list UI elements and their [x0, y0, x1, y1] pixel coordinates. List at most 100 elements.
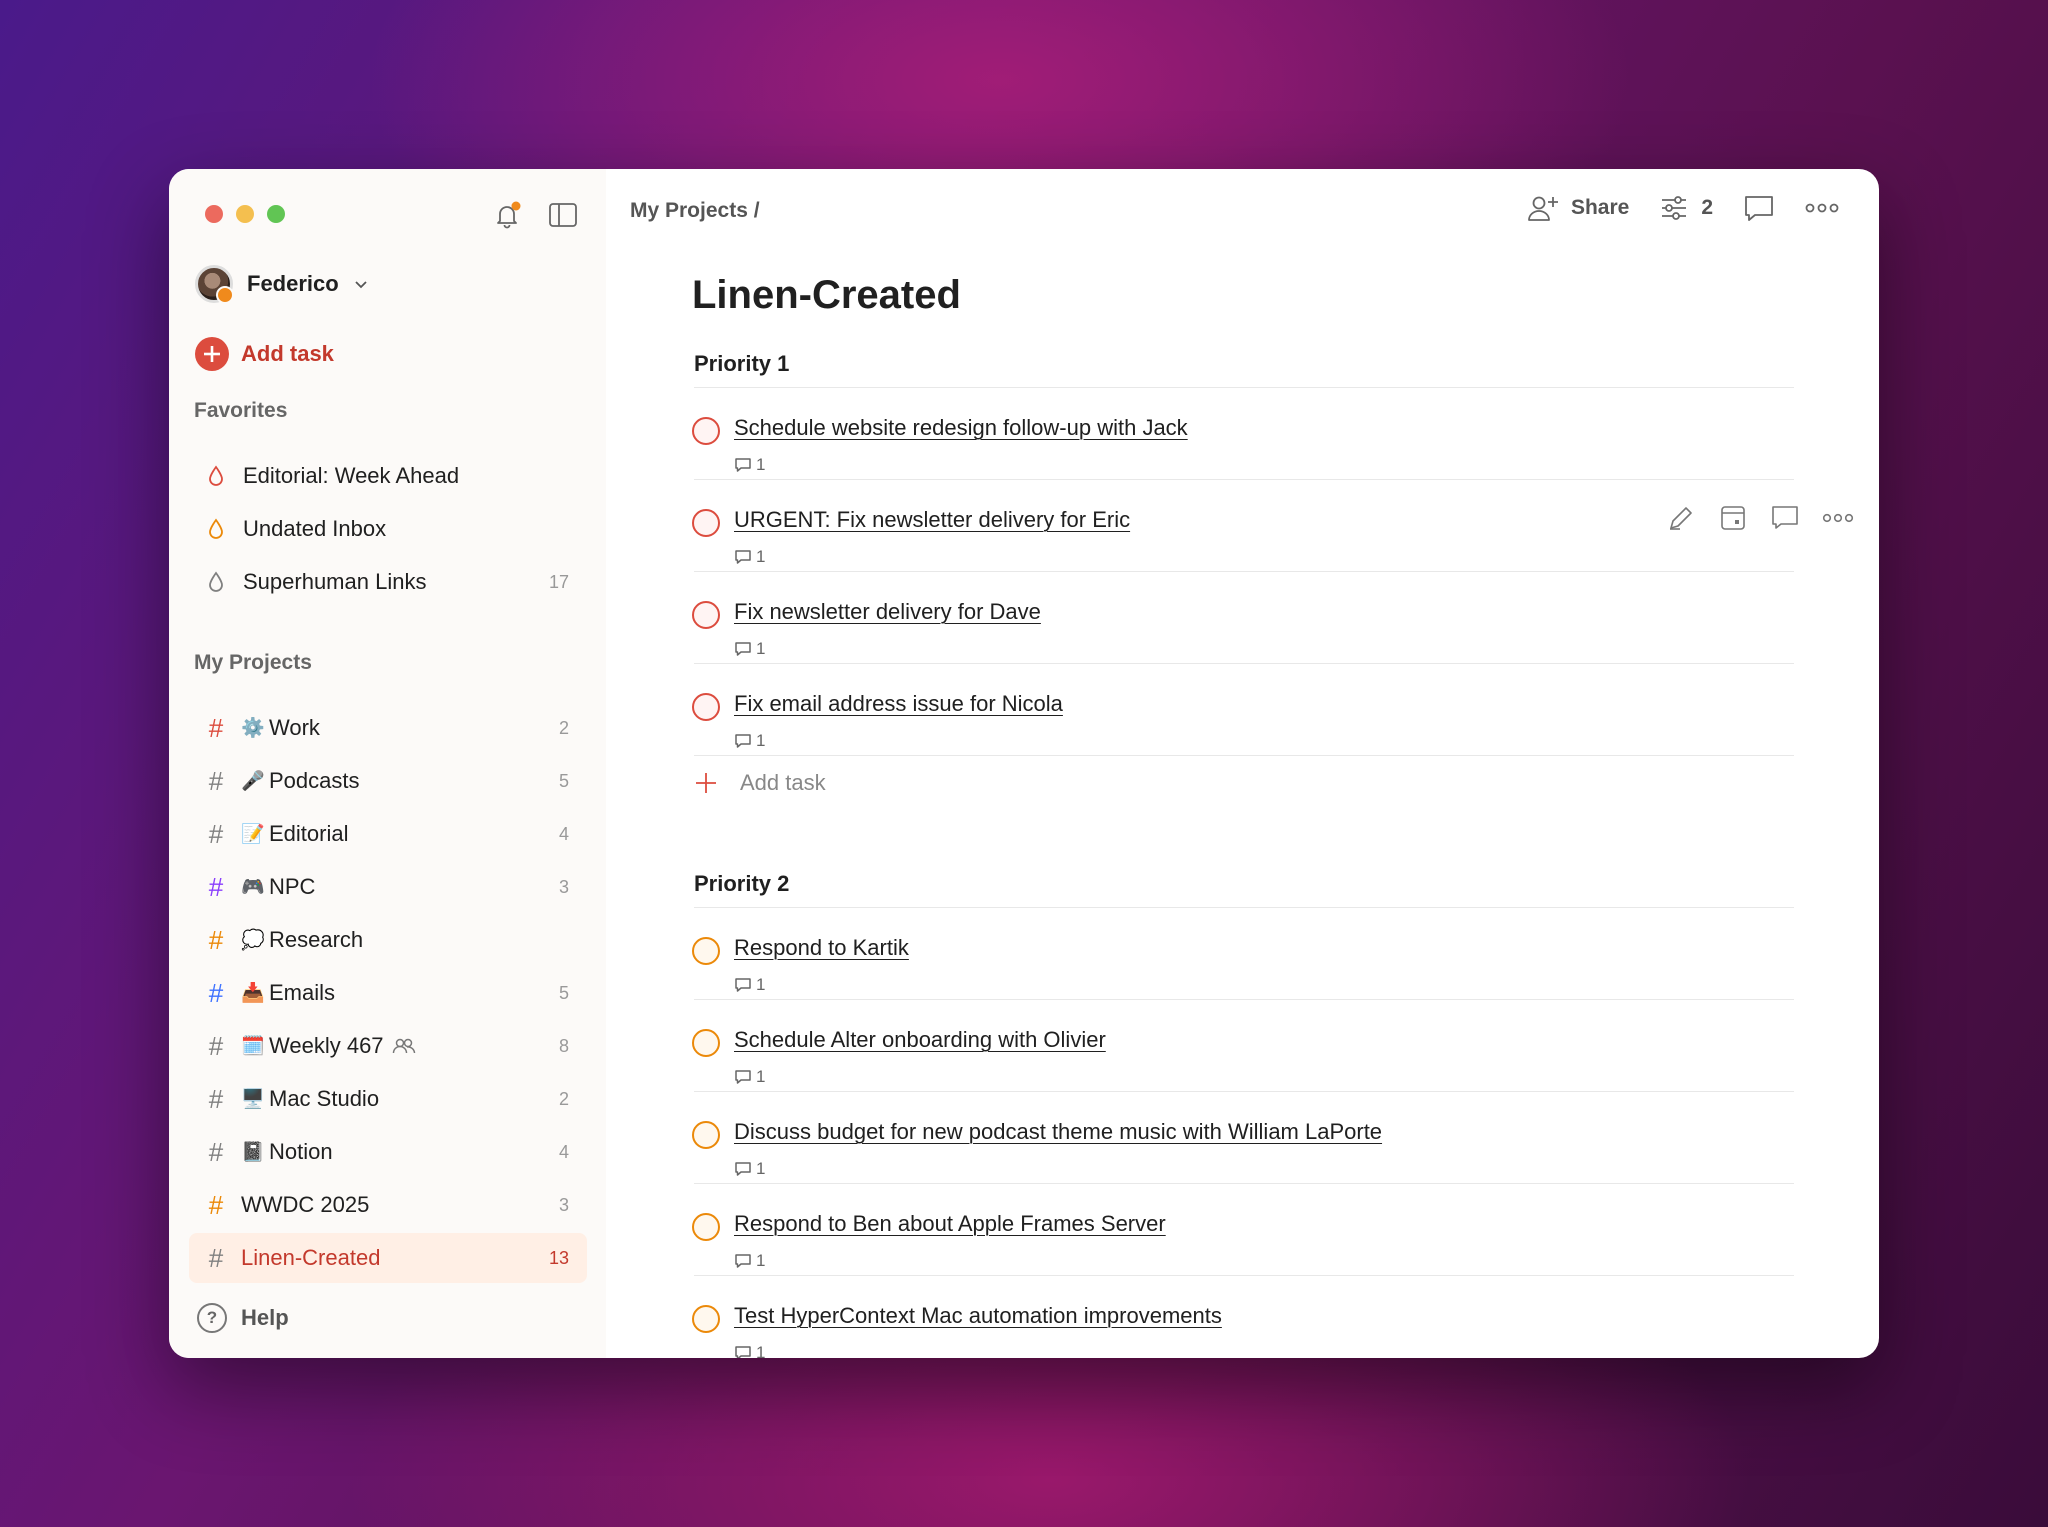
task-title[interactable]: Respond to Kartik	[734, 935, 909, 961]
project-item-wwdc-2025[interactable]: # WWDC 2025 3	[189, 1180, 587, 1230]
add-task-inline-button[interactable]: Add task	[692, 769, 826, 797]
comment-icon	[734, 457, 752, 473]
page-title[interactable]: Linen-Created	[692, 273, 961, 318]
task-divider	[694, 1183, 1794, 1184]
comment-count: 1	[756, 1343, 766, 1358]
favorite-item-superhuman-links[interactable]: Superhuman Links 17	[189, 557, 587, 607]
task-checkbox[interactable]	[692, 937, 720, 965]
calendar-icon[interactable]	[1718, 503, 1748, 533]
task-checkbox[interactable]	[692, 417, 720, 445]
task-comments[interactable]: 1	[734, 1159, 765, 1179]
project-item-editorial[interactable]: # 📝 Editorial 4	[189, 809, 587, 859]
section-heading-priority-2[interactable]: Priority 2	[694, 871, 789, 897]
task-item[interactable]: Respond to Kartik 1	[692, 923, 1794, 1015]
project-item-mac-studio[interactable]: # 🖥️ Mac Studio 2	[189, 1074, 587, 1124]
notifications-bell-icon[interactable]	[491, 199, 523, 231]
task-more-icon[interactable]	[1822, 503, 1854, 533]
project-item-npc[interactable]: # 🎮 NPC 3	[189, 862, 587, 912]
task-item[interactable]: URGENT: Fix newsletter delivery for Eric…	[692, 495, 1854, 587]
task-title[interactable]: Fix newsletter delivery for Dave	[734, 599, 1041, 625]
comment-count: 1	[756, 731, 766, 750]
hash-icon: #	[208, 871, 224, 902]
comment-count: 1	[756, 639, 766, 658]
favorites-heading[interactable]: Favorites	[194, 399, 287, 423]
project-item-notion[interactable]: # 📓 Notion 4	[189, 1127, 587, 1177]
task-checkbox[interactable]	[692, 1029, 720, 1057]
hash-icon: #	[208, 1083, 224, 1114]
toolbar: Share 2	[1527, 193, 1839, 223]
task-title[interactable]: Respond to Ben about Apple Frames Server	[734, 1211, 1166, 1237]
add-person-icon	[1527, 193, 1559, 223]
task-item[interactable]: Fix newsletter delivery for Dave 1	[692, 587, 1794, 679]
task-item[interactable]: Schedule Alter onboarding with Olivier 1	[692, 1015, 1794, 1107]
plus-icon	[692, 769, 720, 797]
section-heading-priority-1[interactable]: Priority 1	[694, 351, 789, 377]
task-title[interactable]: Fix email address issue for Nicola	[734, 691, 1063, 717]
project-emoji: 🗓️	[241, 1036, 265, 1057]
sidebar-toggle-icon[interactable]	[547, 199, 579, 231]
task-comments[interactable]: 1	[734, 455, 765, 475]
task-checkbox[interactable]	[692, 509, 720, 537]
minimize-window-button[interactable]	[236, 205, 254, 223]
breadcrumb[interactable]: My Projects /	[630, 199, 760, 223]
help-label: Help	[241, 1305, 289, 1330]
project-count: 3	[558, 1194, 569, 1215]
task-comments[interactable]: 1	[734, 1343, 765, 1358]
user-menu[interactable]: Federico	[195, 265, 369, 304]
project-item-research[interactable]: # 💭 Research	[189, 915, 587, 965]
comment-icon	[734, 549, 752, 565]
project-label: Weekly 467	[269, 1033, 384, 1058]
task-comments[interactable]: 1	[734, 731, 765, 751]
task-checkbox[interactable]	[692, 1121, 720, 1149]
project-item-podcasts[interactable]: # 🎤 Podcasts 5	[189, 756, 587, 806]
task-comments[interactable]: 1	[734, 1067, 765, 1087]
view-options-button[interactable]: 2	[1659, 194, 1713, 222]
task-title[interactable]: Discuss budget for new podcast theme mus…	[734, 1119, 1382, 1145]
project-count: 4	[558, 1141, 569, 1162]
project-emoji: 🖥️	[241, 1089, 265, 1110]
chevron-down-icon	[353, 276, 369, 292]
project-emoji: 📓	[241, 1142, 265, 1163]
help-button[interactable]: ? Help	[197, 1303, 289, 1333]
task-checkbox[interactable]	[692, 601, 720, 629]
task-title[interactable]: Schedule Alter onboarding with Olivier	[734, 1027, 1106, 1053]
add-task-button[interactable]: Add task	[195, 337, 334, 371]
task-comments[interactable]: 1	[734, 1251, 765, 1271]
comments-icon[interactable]	[1743, 193, 1775, 223]
task-item[interactable]: Schedule website redesign follow-up with…	[692, 403, 1794, 495]
project-label: Work	[269, 715, 320, 740]
close-window-button[interactable]	[205, 205, 223, 223]
project-emoji: 💭	[241, 930, 265, 951]
more-options-icon[interactable]	[1805, 201, 1839, 215]
my-projects-heading[interactable]: My Projects	[194, 651, 312, 675]
comment-icon	[734, 733, 752, 749]
task-comments[interactable]: 1	[734, 547, 765, 567]
task-comments[interactable]: 1	[734, 639, 765, 659]
zoom-window-button[interactable]	[267, 205, 285, 223]
favorite-item-editorial-week-ahead[interactable]: Editorial: Week Ahead	[189, 451, 587, 501]
project-label: Editorial	[269, 821, 349, 846]
task-item[interactable]: Discuss budget for new podcast theme mus…	[692, 1107, 1794, 1199]
task-item[interactable]: Respond to Ben about Apple Frames Server…	[692, 1199, 1794, 1291]
task-checkbox[interactable]	[692, 1305, 720, 1333]
app-window: Federico Add task Favorites Editorial: W…	[169, 169, 1879, 1358]
project-item-work[interactable]: # ⚙️ Work 2	[189, 703, 587, 753]
task-checkbox[interactable]	[692, 693, 720, 721]
pencil-edit-icon[interactable]	[1666, 503, 1696, 533]
comment-add-icon[interactable]	[1770, 503, 1800, 533]
project-item-emails[interactable]: # 📥 Emails 5	[189, 968, 587, 1018]
task-title[interactable]: Test HyperContext Mac automation improve…	[734, 1303, 1222, 1329]
project-emoji: 🎤	[241, 771, 265, 792]
project-label: Research	[269, 927, 364, 952]
share-button[interactable]: Share	[1527, 193, 1629, 223]
task-comments[interactable]: 1	[734, 975, 765, 995]
task-title[interactable]: Schedule website redesign follow-up with…	[734, 415, 1188, 441]
task-item[interactable]: Test HyperContext Mac automation improve…	[692, 1291, 1794, 1358]
project-item-weekly-467[interactable]: # 🗓️ Weekly 467 8	[189, 1021, 587, 1071]
task-hover-actions	[1666, 503, 1854, 533]
project-item-linen-created[interactable]: # Linen-Created 13	[189, 1233, 587, 1283]
task-checkbox[interactable]	[692, 1213, 720, 1241]
task-item[interactable]: Fix email address issue for Nicola 1	[692, 679, 1794, 771]
task-title[interactable]: URGENT: Fix newsletter delivery for Eric	[734, 507, 1130, 533]
favorite-item-undated-inbox[interactable]: Undated Inbox	[189, 504, 587, 554]
